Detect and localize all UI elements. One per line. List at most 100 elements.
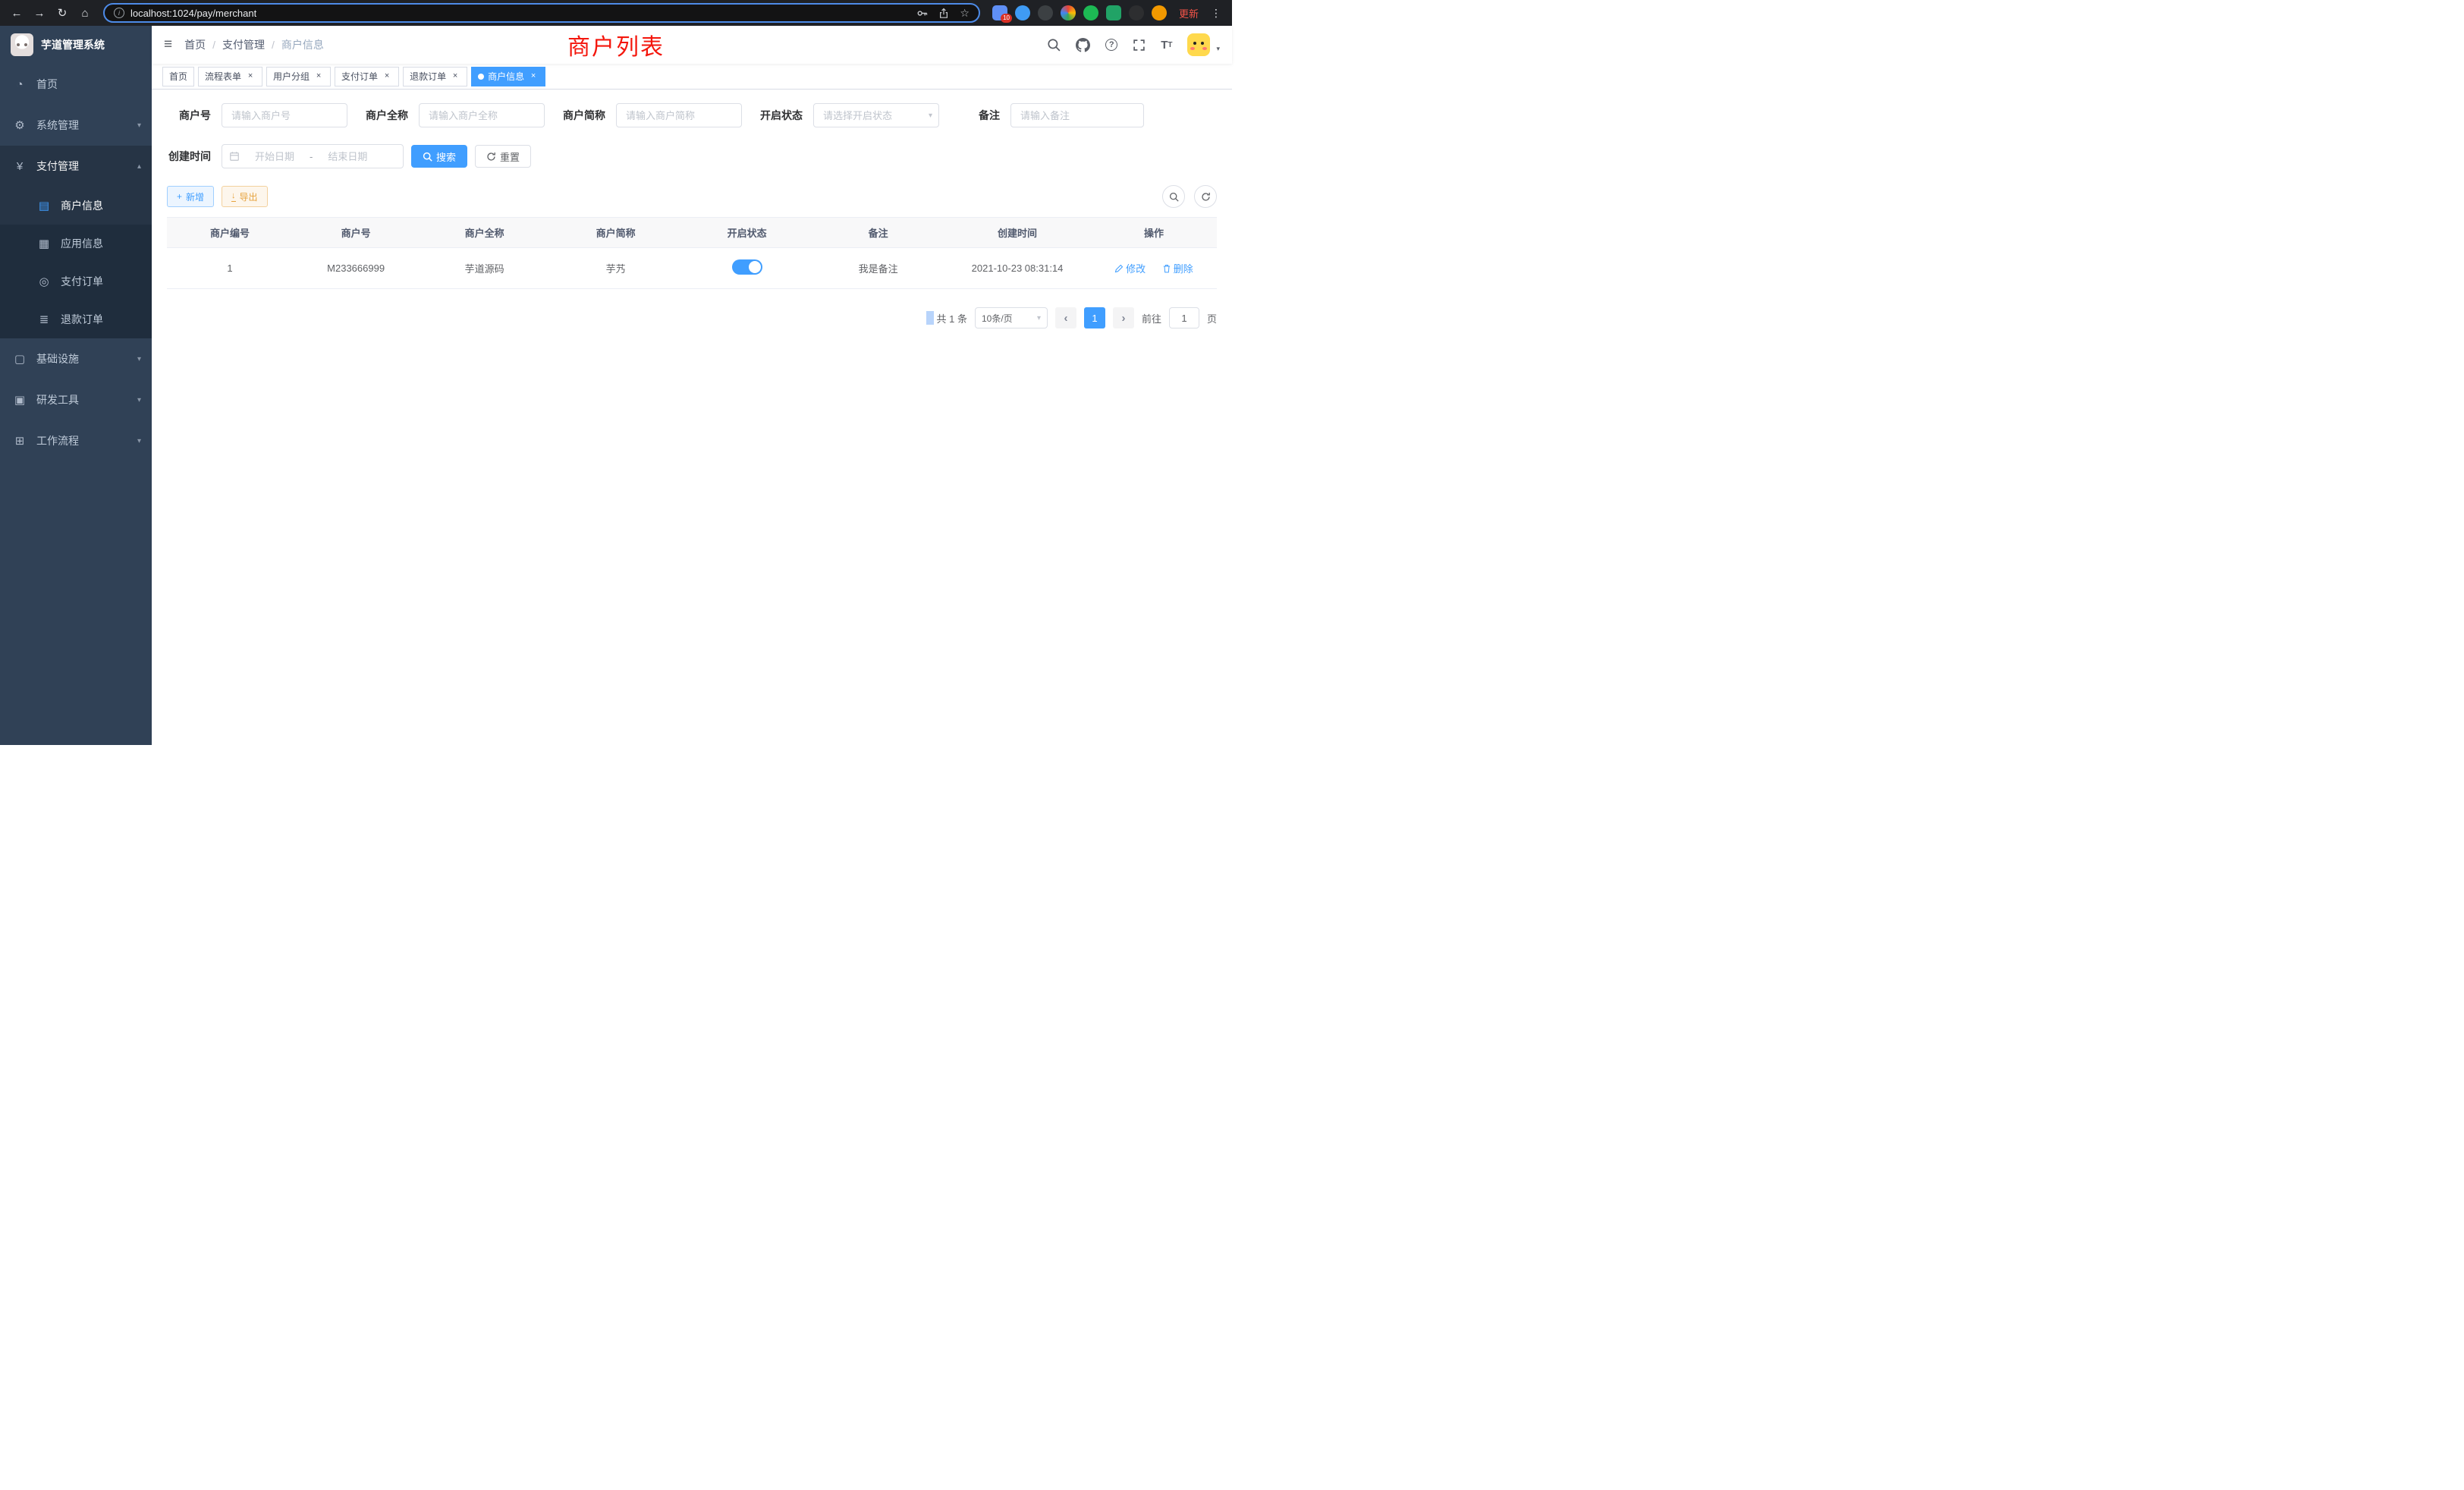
end-date-input[interactable] <box>316 150 379 163</box>
delete-link-label: 删除 <box>1174 261 1193 275</box>
browser-update-button[interactable]: 更新 <box>1179 6 1199 20</box>
merchant-short-name-input[interactable] <box>616 103 742 127</box>
range-separator: - <box>310 151 313 162</box>
bookmark-star-icon[interactable]: ☆ <box>960 8 970 18</box>
remark-input[interactable] <box>1010 103 1144 127</box>
delete-link[interactable]: 删除 <box>1162 261 1193 275</box>
start-date-input[interactable] <box>243 150 306 163</box>
gear-icon: ⚙ <box>12 118 27 132</box>
refresh-icon <box>1201 192 1211 202</box>
breadcrumb-separator: / <box>212 39 215 51</box>
cell-merchant-no: M233666999 <box>293 248 419 289</box>
close-icon[interactable]: × <box>528 71 539 82</box>
extension-icon[interactable] <box>1129 5 1144 20</box>
search-icon[interactable] <box>1047 38 1061 52</box>
status-toggle[interactable] <box>732 259 762 275</box>
tab-home[interactable]: 首页 <box>162 67 194 86</box>
extension-icon[interactable]: 10 <box>992 5 1007 20</box>
sidebar-item-label: 系统管理 <box>36 118 79 133</box>
chevron-down-icon: ▾ <box>137 355 141 363</box>
status-select[interactable] <box>813 103 939 127</box>
extension-icon[interactable] <box>1106 5 1121 20</box>
page-1-button[interactable]: 1 <box>1084 307 1105 328</box>
app-logo[interactable]: 芋道管理系统 <box>0 26 152 64</box>
edit-link[interactable]: 修改 <box>1114 261 1146 275</box>
sidebar-item-label: 支付管理 <box>36 159 79 174</box>
url-text[interactable]: localhost:1024/pay/merchant <box>130 8 256 19</box>
payment-submenu: ▤ 商户信息 ▦ 应用信息 ◎ 支付订单 ≣ 退款订单 <box>0 187 152 338</box>
goto-page-input[interactable] <box>1169 307 1199 328</box>
add-button[interactable]: + 新增 <box>167 186 214 207</box>
extension-icon[interactable] <box>1015 5 1030 20</box>
logo-avatar <box>11 33 33 56</box>
caret-down-icon[interactable]: ▾ <box>1216 45 1220 56</box>
info-icon[interactable]: i <box>114 8 124 18</box>
next-page-button[interactable]: › <box>1113 307 1134 328</box>
tab-refund-order[interactable]: 退款订单 × <box>403 67 467 86</box>
dev-tools-icon: ▣ <box>12 393 27 407</box>
table-row: 1 M233666999 芋道源码 芋艿 我是备注 2021-10-23 08:… <box>167 248 1217 289</box>
breadcrumb-home[interactable]: 首页 <box>184 37 206 52</box>
cell-merchant-index: 1 <box>167 248 293 289</box>
help-icon[interactable]: ? <box>1105 39 1117 51</box>
tab-process-form[interactable]: 流程表单 × <box>198 67 262 86</box>
merchant-name-input[interactable] <box>419 103 545 127</box>
sidebar-item-app-info[interactable]: ▦ 应用信息 <box>0 225 152 262</box>
create-time-range-picker[interactable]: - <box>222 144 404 168</box>
sidebar-item-workflow[interactable]: ⊞ 工作流程 ▾ <box>0 420 152 461</box>
sidebar-item-dev-tools[interactable]: ▣ 研发工具 ▾ <box>0 379 152 420</box>
forward-icon[interactable]: → <box>29 2 50 24</box>
sidebar-item-pay-order[interactable]: ◎ 支付订单 <box>0 262 152 300</box>
cell-short-name: 芋艿 <box>550 248 681 289</box>
sidebar-item-refund-order[interactable]: ≣ 退款订单 <box>0 300 152 338</box>
tab-label: 支付订单 <box>341 70 378 83</box>
profile-avatar[interactable] <box>1152 5 1167 20</box>
close-icon[interactable]: × <box>245 71 256 82</box>
font-size-icon[interactable]: TT <box>1161 39 1172 52</box>
close-icon[interactable]: × <box>313 71 324 82</box>
breadcrumb-payment[interactable]: 支付管理 <box>222 37 265 52</box>
export-button[interactable]: ↓ 导出 <box>222 186 268 207</box>
fullscreen-icon[interactable] <box>1133 39 1146 52</box>
sidebar-item-system[interactable]: ⚙ 系统管理 ▾ <box>0 105 152 146</box>
user-avatar[interactable] <box>1187 33 1210 56</box>
remark-label: 备注 <box>956 108 1000 123</box>
table-header-row: 商户编号 商户号 商户全称 商户简称 开启状态 备注 创建时间 操作 <box>167 218 1217 248</box>
sidebar-item-payment[interactable]: ¥ 支付管理 ▴ <box>0 146 152 187</box>
reload-icon[interactable]: ↻ <box>52 2 73 24</box>
tab-merchant-info[interactable]: 商户信息 × <box>471 67 545 86</box>
reset-button[interactable]: 重置 <box>475 145 531 168</box>
sidebar-item-infrastructure[interactable]: ▢ 基础设施 ▾ <box>0 338 152 379</box>
breadcrumb-separator: / <box>272 39 275 51</box>
close-icon[interactable]: × <box>382 71 392 82</box>
prev-page-button[interactable]: ‹ <box>1055 307 1076 328</box>
toggle-search-button[interactable] <box>1162 185 1185 208</box>
share-icon[interactable] <box>938 8 949 19</box>
sidebar-item-label: 支付订单 <box>61 274 103 289</box>
back-icon[interactable]: ← <box>6 2 27 24</box>
total-count: 共 1 条 <box>937 311 967 325</box>
extension-icon[interactable] <box>1083 5 1098 20</box>
hamburger-icon[interactable]: ≡ <box>152 36 184 53</box>
github-icon[interactable] <box>1076 38 1090 52</box>
browser-menu-icon[interactable]: ⋮ <box>1206 7 1226 20</box>
merchant-icon: ▤ <box>36 199 52 212</box>
page-size-select[interactable]: 10条/页 ▾ <box>975 307 1048 328</box>
extension-icon[interactable] <box>1061 5 1076 20</box>
merchant-no-input[interactable] <box>222 103 347 127</box>
refresh-table-button[interactable] <box>1194 185 1217 208</box>
address-bar[interactable]: i localhost:1024/pay/merchant ☆ <box>103 3 980 23</box>
sidebar-item-merchant-info[interactable]: ▤ 商户信息 <box>0 187 152 225</box>
tab-pay-order[interactable]: 支付订单 × <box>335 67 399 86</box>
browser-chrome: ← → ↻ ⌂ i localhost:1024/pay/merchant ☆ … <box>0 0 1232 26</box>
workflow-icon: ⊞ <box>12 434 27 448</box>
home-icon[interactable]: ⌂ <box>74 2 96 24</box>
tab-user-group[interactable]: 用户分组 × <box>266 67 331 86</box>
merchant-short-name-label: 商户简称 <box>561 108 605 123</box>
search-button[interactable]: 搜索 <box>411 145 467 168</box>
col-merchant-index: 商户编号 <box>167 218 293 248</box>
close-icon[interactable]: × <box>450 71 460 82</box>
key-icon[interactable] <box>916 8 928 19</box>
sidebar-item-home[interactable]: ◔ 首页 <box>0 64 152 105</box>
extension-icon[interactable] <box>1038 5 1053 20</box>
